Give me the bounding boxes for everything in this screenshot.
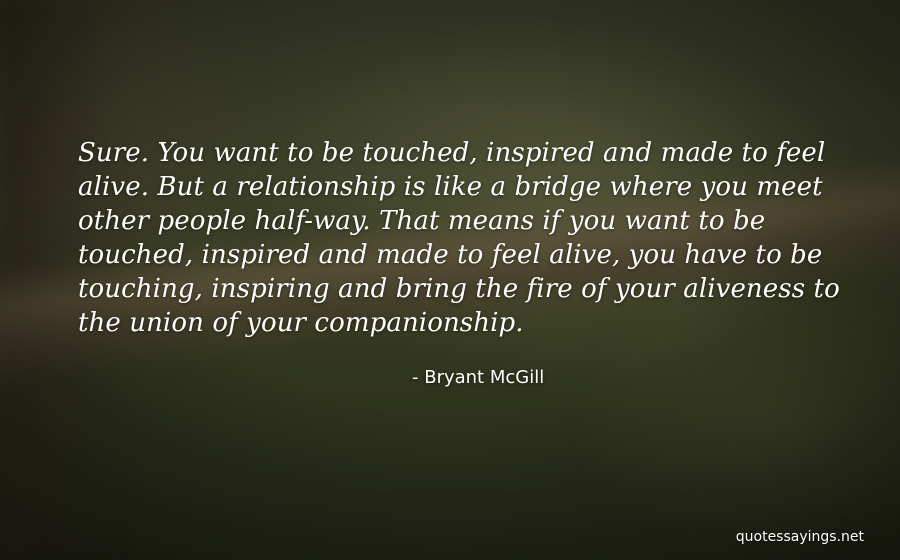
quote-line: other people half-way. That means if you… [78, 206, 766, 236]
quote-line: Sure. You want to be touched, inspired a… [78, 138, 826, 168]
quote-line: touched, inspired and made to feel alive… [78, 240, 823, 270]
quote-text: Sure. You want to be touched, inspired a… [78, 136, 858, 340]
quote-line: alive. But a relationship is like a brid… [78, 172, 823, 202]
site-watermark: quotessayings.net [735, 529, 864, 545]
quote-line: touching, inspiring and bring the fire o… [78, 274, 840, 304]
quote-line: the union of your companionship. [78, 308, 524, 338]
quote-author: - Bryant McGill [412, 367, 545, 388]
